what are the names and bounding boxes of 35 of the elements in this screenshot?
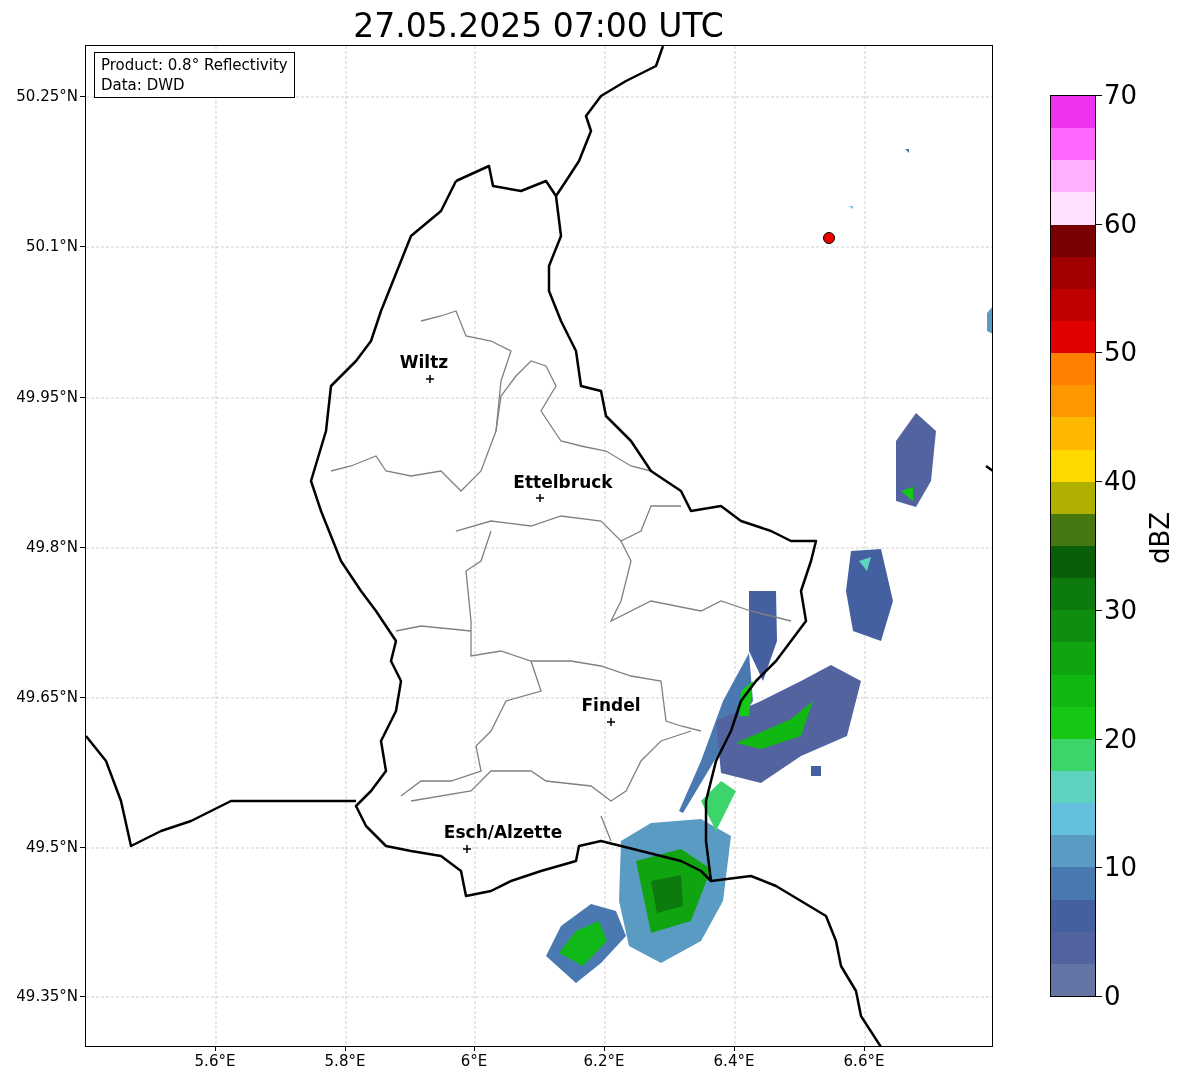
info-text: Product: 0.8° Reflectivity bbox=[101, 55, 288, 75]
axis-tick-label: 50.1°N bbox=[25, 237, 78, 255]
city-label: Wiltz bbox=[399, 352, 449, 372]
axis-tick-label: 6.6°E bbox=[843, 1052, 885, 1070]
axis-tick-label: 49.5°N bbox=[25, 838, 78, 856]
canton-border-line bbox=[600, 815, 612, 842]
city-marker-icon bbox=[425, 374, 435, 384]
city-label: Esch/Alzette bbox=[443, 822, 563, 842]
city-marker-icon bbox=[606, 717, 616, 727]
axis-tick-label: 5.6°E bbox=[194, 1052, 236, 1070]
axis-tick-label: 49.8°N bbox=[25, 538, 78, 556]
city-label: Ettelbruck bbox=[513, 472, 613, 492]
axis-tick-label: 6.2°E bbox=[583, 1052, 625, 1070]
axis-tick-label: 5.8°E bbox=[324, 1052, 366, 1070]
axis-tick-label: 50.25°N bbox=[16, 87, 78, 105]
colorbar-tick-label: 30 bbox=[1104, 594, 1138, 625]
colorbar-tick-label: 40 bbox=[1104, 466, 1138, 497]
axis-tick-label: 49.65°N bbox=[16, 688, 78, 706]
axis-tick-label: 6.4°E bbox=[713, 1052, 755, 1070]
chart-title: 27.05.2025 07:00 UTC bbox=[352, 5, 725, 47]
colorbar-tick-label: 20 bbox=[1104, 723, 1138, 754]
axis-tick-label: 49.35°N bbox=[16, 987, 78, 1005]
axis-tick-label: 49.95°N bbox=[16, 388, 78, 406]
city-label: Findel bbox=[581, 695, 641, 715]
city-marker-icon bbox=[462, 844, 472, 854]
colorbar-label: dBZ bbox=[1144, 510, 1176, 567]
location-dot-icon bbox=[823, 232, 835, 244]
colorbar-tick-label: 70 bbox=[1104, 80, 1138, 110]
colorbar-tick-label: 0 bbox=[1104, 981, 1121, 1011]
city-marker-icon bbox=[535, 493, 545, 503]
info-text: Data: DWD bbox=[101, 75, 186, 95]
colorbar-tick-label: 50 bbox=[1104, 337, 1138, 368]
colorbar-tick-label: 10 bbox=[1104, 852, 1138, 883]
axis-tick-label: 6°E bbox=[460, 1052, 488, 1070]
colorbar-tick-label: 60 bbox=[1104, 208, 1138, 239]
